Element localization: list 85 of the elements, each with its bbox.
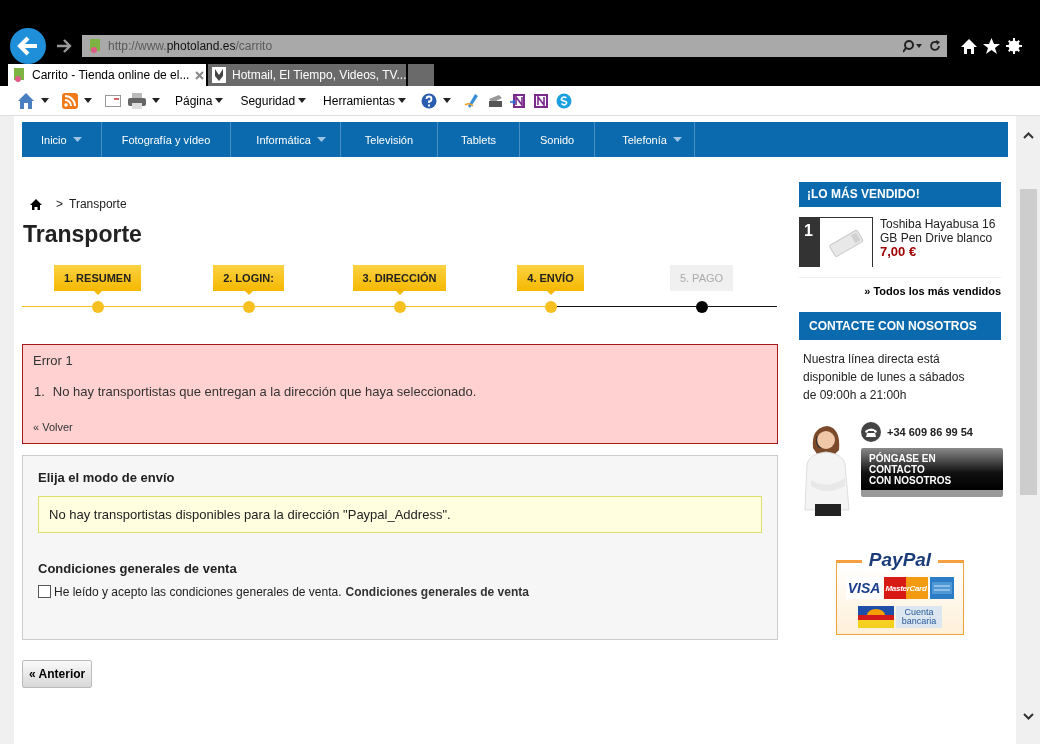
contact-button[interactable]: PÓNGASE EN CONTACTO CON NOSOTROS xyxy=(861,448,1003,497)
product-link[interactable]: Toshiba Hayabusa 16 GB Pen Drive blanco xyxy=(880,217,1001,245)
pointer-icon xyxy=(395,290,404,295)
step-label: 2. LOGIN: xyxy=(213,264,284,291)
back-button[interactable] xyxy=(10,28,46,64)
forward-button[interactable] xyxy=(56,39,72,53)
card-icon xyxy=(858,606,894,628)
step-label: 1. RESUMEN xyxy=(53,264,142,291)
rank-number: 1 xyxy=(800,218,820,266)
card-logo: MasterCard xyxy=(884,577,928,599)
scroll-thumb[interactable] xyxy=(1019,189,1037,495)
caret-icon[interactable] xyxy=(1022,132,1034,139)
nav-item[interactable]: Fotografía y vídeo xyxy=(101,122,232,157)
favorites-icon[interactable] xyxy=(983,38,1000,54)
home-icon[interactable] xyxy=(30,198,42,210)
terms-link[interactable]: Condiciones generales de venta xyxy=(345,584,529,599)
printer-icon[interactable] xyxy=(128,92,146,109)
caret-icon xyxy=(72,137,82,142)
step-label: 3. DIRECCIÓN xyxy=(352,264,447,291)
nav-item[interactable]: Inicio xyxy=(22,122,102,157)
address-field[interactable]: http://www.photoland.es/carrito xyxy=(82,35,947,57)
phone-icon xyxy=(861,422,881,442)
scanner-icon[interactable] xyxy=(487,92,504,109)
settings-icon[interactable] xyxy=(1006,38,1022,54)
nav-item[interactable]: Sonido xyxy=(519,122,596,157)
caret-icon[interactable] xyxy=(1022,713,1034,720)
phone-number: +34 609 86 99 54 xyxy=(887,426,973,438)
view-all-link[interactable]: » Todos los más vendidos xyxy=(799,285,1001,297)
product-price: 7,00 € xyxy=(880,245,918,259)
caret-icon[interactable] xyxy=(152,98,160,103)
feed-icon[interactable] xyxy=(62,92,78,109)
nav-item[interactable]: Informática xyxy=(231,122,341,157)
caret-icon[interactable] xyxy=(84,98,92,103)
mail-icon[interactable] xyxy=(105,94,121,107)
section-header: CONTACTE CON NOSOTROS xyxy=(799,312,1001,340)
nav-item[interactable]: Telefonía xyxy=(595,122,695,157)
pointer-icon xyxy=(546,290,555,295)
favicon-icon xyxy=(12,67,26,83)
back-link[interactable]: « Volver xyxy=(33,420,73,433)
caret-icon xyxy=(215,98,224,103)
close-icon[interactable] xyxy=(195,70,205,80)
caret-icon xyxy=(298,98,307,103)
notice-message: No hay transportistas disponibles para la dirección "Paypal_Address". xyxy=(38,495,762,533)
step-label: 5. PAGO xyxy=(669,264,734,291)
browser-tab[interactable]: Hotmail, El Tiempo, Videos, TV... xyxy=(208,64,406,86)
caret-icon[interactable] xyxy=(41,98,49,103)
checkbox[interactable] xyxy=(38,585,51,599)
pointer-icon xyxy=(93,290,102,295)
refresh-icon[interactable] xyxy=(929,40,941,52)
menu-button[interactable]: Página xyxy=(175,93,230,108)
section-heading: Elija el modo de envío xyxy=(38,469,176,485)
step-label: 4. ENVÍO xyxy=(517,264,584,291)
nav-item[interactable]: Tablets xyxy=(438,122,520,157)
menu-button[interactable]: Seguridad xyxy=(240,93,313,108)
search-icon[interactable] xyxy=(903,39,923,53)
browser-tab[interactable]: Carrito - Tienda online de el... xyxy=(8,64,206,86)
error-title: Error 1 xyxy=(33,352,74,368)
list-number: 1. xyxy=(34,383,45,399)
notebook-icon[interactable] xyxy=(510,92,527,109)
section-header: ¡LO MÁS VENDIDO! xyxy=(799,182,1001,207)
breadcrumb-separator: > xyxy=(56,197,63,211)
help-icon[interactable] xyxy=(421,92,438,109)
caret-icon[interactable] xyxy=(443,98,452,103)
contact-text: Nuestra línea directa está disponible de lunes a sábados de 09:00h a 21:00h xyxy=(802,351,966,404)
notebook-icon[interactable] xyxy=(533,92,550,109)
menu-button[interactable]: Herramientas xyxy=(323,93,413,108)
pen-icon[interactable] xyxy=(464,92,481,109)
error-message: No hay transportistas que entregan a la dirección que haya seleccionado. xyxy=(52,383,477,399)
card-logo: Cuenta bancaria xyxy=(896,606,942,628)
favicon-icon xyxy=(88,38,102,54)
nav-item[interactable]: Televisión xyxy=(340,122,439,157)
page-title: Transporte xyxy=(23,221,143,249)
home-icon[interactable] xyxy=(961,38,977,54)
card-icon xyxy=(930,577,954,599)
card-logo: VISA xyxy=(846,577,882,599)
chat-icon[interactable] xyxy=(556,92,573,109)
previous-button[interactable]: « Anterior xyxy=(22,659,93,688)
url-text: http://www.photoland.es/carrito xyxy=(108,39,273,53)
caret-icon xyxy=(672,137,682,142)
pointer-icon xyxy=(244,290,253,295)
caret-icon xyxy=(398,98,407,103)
caret-icon xyxy=(316,137,326,142)
section-heading: Condiciones generales de venta xyxy=(38,560,238,576)
checkbox-label: He leído y acepto las condiciones generales de venta. xyxy=(54,584,342,599)
breadcrumb-item: Transporte xyxy=(69,197,127,211)
